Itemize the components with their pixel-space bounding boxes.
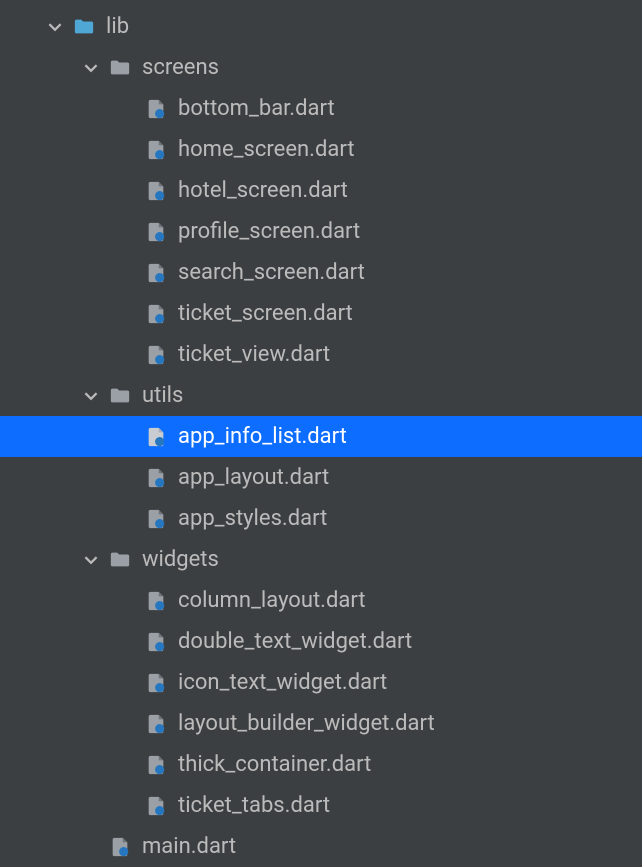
tree-file[interactable]: icon_text_widget.dart — [0, 662, 642, 703]
tree-file[interactable]: column_layout.dart — [0, 580, 642, 621]
dart-file-icon — [144, 589, 168, 613]
file-label: app_styles.dart — [178, 508, 327, 530]
tree-file[interactable]: ticket_tabs.dart — [0, 785, 642, 826]
tree-file[interactable]: bottom_bar.dart — [0, 88, 642, 129]
tree-file[interactable]: home_screen.dart — [0, 129, 642, 170]
file-label: thick_container.dart — [178, 754, 371, 776]
tree-file-selected[interactable]: app_info_list.dart — [0, 416, 642, 457]
dart-file-icon — [144, 466, 168, 490]
tree-file[interactable]: ticket_view.dart — [0, 334, 642, 375]
dart-file-icon — [144, 753, 168, 777]
file-label: hotel_screen.dart — [178, 180, 348, 202]
chevron-down-icon — [82, 59, 100, 77]
tree-file[interactable]: app_layout.dart — [0, 457, 642, 498]
file-label: main.dart — [142, 836, 236, 858]
file-label: layout_builder_widget.dart — [178, 713, 435, 735]
folder-icon — [108, 56, 132, 80]
dart-file-icon — [144, 630, 168, 654]
file-label: bottom_bar.dart — [178, 98, 335, 120]
file-label: app_info_list.dart — [178, 426, 347, 448]
file-label: double_text_widget.dart — [178, 631, 412, 653]
tree-folder-utils[interactable]: utils — [0, 375, 642, 416]
tree-file[interactable]: ticket_screen.dart — [0, 293, 642, 334]
folder-label: lib — [106, 16, 129, 38]
file-label: ticket_tabs.dart — [178, 795, 330, 817]
file-label: search_screen.dart — [178, 262, 365, 284]
dart-file-icon — [144, 97, 168, 121]
tree-folder-lib[interactable]: lib — [0, 6, 642, 47]
file-label: ticket_view.dart — [178, 344, 330, 366]
folder-open-icon — [72, 15, 96, 39]
dart-file-icon — [108, 835, 132, 859]
folder-label: screens — [142, 57, 219, 79]
tree-file[interactable]: app_styles.dart — [0, 498, 642, 539]
tree-folder-widgets[interactable]: widgets — [0, 539, 642, 580]
file-label: column_layout.dart — [178, 590, 366, 612]
chevron-down-icon — [46, 18, 64, 36]
dart-file-icon — [144, 343, 168, 367]
dart-file-icon — [144, 302, 168, 326]
dart-file-icon — [144, 507, 168, 531]
file-label: home_screen.dart — [178, 139, 355, 161]
file-label: app_layout.dart — [178, 467, 329, 489]
tree-file[interactable]: double_text_widget.dart — [0, 621, 642, 662]
tree-file-main[interactable]: main.dart — [0, 826, 642, 867]
file-label: icon_text_widget.dart — [178, 672, 387, 694]
dart-file-icon — [144, 671, 168, 695]
tree-file[interactable]: layout_builder_widget.dart — [0, 703, 642, 744]
folder-icon — [108, 384, 132, 408]
folder-label: utils — [142, 385, 183, 407]
folder-icon — [108, 548, 132, 572]
tree-file[interactable]: thick_container.dart — [0, 744, 642, 785]
chevron-down-icon — [82, 387, 100, 405]
chevron-down-icon — [82, 551, 100, 569]
dart-file-icon — [144, 712, 168, 736]
tree-file[interactable]: hotel_screen.dart — [0, 170, 642, 211]
dart-file-icon — [144, 425, 168, 449]
dart-file-icon — [144, 794, 168, 818]
dart-file-icon — [144, 261, 168, 285]
dart-file-icon — [144, 138, 168, 162]
file-label: profile_screen.dart — [178, 221, 360, 243]
dart-file-icon — [144, 179, 168, 203]
dart-file-icon — [144, 220, 168, 244]
file-label: ticket_screen.dart — [178, 303, 353, 325]
folder-label: widgets — [142, 549, 219, 571]
tree-folder-screens[interactable]: screens — [0, 47, 642, 88]
tree-file[interactable]: search_screen.dart — [0, 252, 642, 293]
tree-file[interactable]: profile_screen.dart — [0, 211, 642, 252]
